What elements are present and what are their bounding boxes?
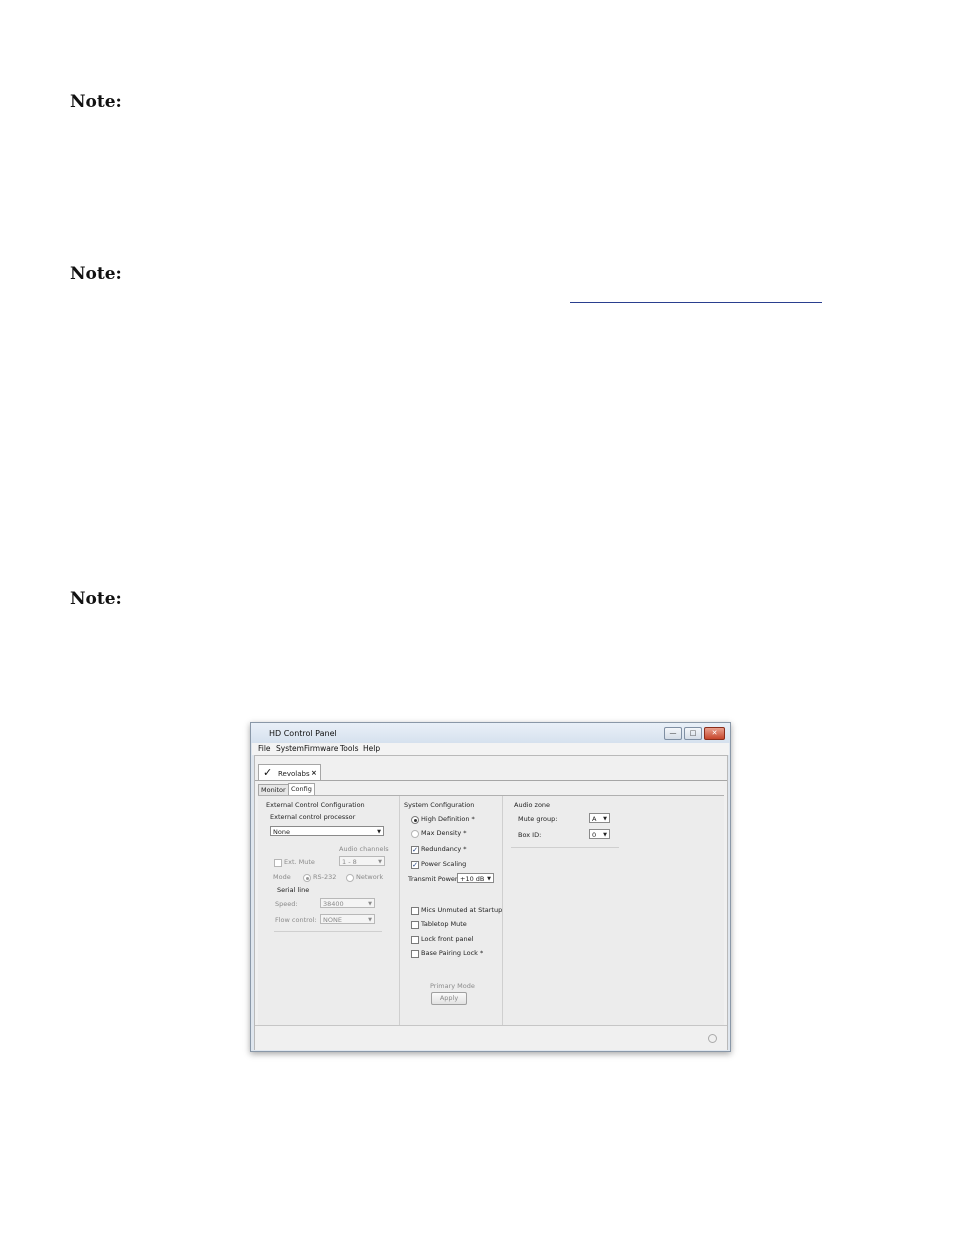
max-density-radio[interactable] — [411, 830, 419, 838]
redundancy-checkbox[interactable]: ✓ — [411, 846, 419, 854]
menu-tools[interactable]: Tools — [340, 744, 358, 753]
audio-zone-divider — [511, 847, 619, 848]
minimize-button[interactable]: — — [664, 727, 682, 740]
status-indicator-icon — [708, 1034, 717, 1043]
mode-network-radio[interactable] — [346, 874, 354, 882]
note-label-2: Note: — [70, 264, 122, 284]
main-panel: ✓ Revolabs × Monitor Config External Con… — [254, 755, 728, 1050]
menu-bar: File System Firmware Tools Help — [252, 743, 729, 755]
base-pairing-lock-checkbox[interactable] — [411, 950, 419, 958]
status-bar — [255, 1025, 727, 1050]
tab-divider — [255, 780, 727, 781]
transmit-power-value: +10 dB — [460, 875, 485, 883]
flow-control-label: Flow control: — [275, 916, 317, 924]
menu-file[interactable]: File — [258, 744, 271, 753]
config-content: External Control Configuration External … — [258, 795, 724, 1025]
processor-select[interactable]: None ▼ — [270, 826, 384, 836]
chevron-down-icon: ▼ — [487, 876, 491, 882]
audio-zone-heading: Audio zone — [514, 801, 551, 809]
serial-divider — [274, 931, 382, 932]
processor-label: External control processor — [270, 813, 356, 821]
close-button[interactable]: ✕ — [704, 727, 725, 740]
box-id-value: 0 — [592, 831, 597, 839]
maximize-button[interactable]: □ — [684, 727, 702, 740]
mode-network-label: Network — [356, 873, 384, 881]
mute-group-select[interactable]: A ▼ — [589, 813, 610, 823]
serial-line-label: Serial line — [277, 886, 310, 894]
lock-front-panel-checkbox[interactable] — [411, 936, 419, 944]
processor-value: None — [273, 828, 290, 836]
mute-group-label: Mute group: — [518, 815, 558, 823]
chevron-down-icon: ▼ — [377, 829, 381, 835]
tabletop-mute-label: Tabletop Mute — [421, 920, 467, 928]
apply-button[interactable]: Apply — [431, 992, 467, 1005]
tab-monitor[interactable]: Monitor — [258, 784, 289, 795]
mute-group-value: A — [592, 815, 597, 823]
menu-system[interactable]: System — [276, 744, 304, 753]
flow-control-value: NONE — [323, 916, 342, 924]
flow-control-select[interactable]: NONE ▼ — [320, 914, 375, 924]
tabletop-mute-checkbox[interactable] — [411, 921, 419, 929]
lock-front-panel-label: Lock front panel — [421, 935, 474, 943]
primary-mode-label: Primary Mode — [430, 982, 475, 990]
window-title: HD Control Panel — [269, 729, 337, 738]
external-heading: External Control Configuration — [266, 801, 365, 809]
box-id-label: Box ID: — [518, 831, 542, 839]
power-scaling-label: Power Scaling — [421, 860, 467, 868]
mics-unmuted-checkbox[interactable] — [411, 907, 419, 915]
transmit-power-select[interactable]: +10 dB ▼ — [457, 873, 494, 883]
menu-help[interactable]: Help — [363, 744, 380, 753]
system-heading: System Configuration — [404, 801, 475, 809]
high-definition-radio[interactable] — [411, 816, 419, 824]
title-bar[interactable]: HD Control Panel — □ ✕ — [251, 723, 730, 743]
speed-value: 38400 — [323, 900, 344, 908]
chevron-down-icon: ▼ — [603, 816, 607, 822]
hd-control-panel-window: HD Control Panel — □ ✕ File System Firmw… — [250, 722, 731, 1052]
speed-select[interactable]: 38400 ▼ — [320, 898, 375, 908]
base-pairing-lock-label: Base Pairing Lock * — [421, 949, 484, 957]
checkmark-icon: ✓ — [263, 766, 273, 779]
tab-config[interactable]: Config — [288, 783, 315, 795]
device-tab-revolabs[interactable]: ✓ Revolabs × — [258, 764, 321, 781]
audio-channels-select[interactable]: 1 - 8 ▼ — [339, 856, 385, 866]
chevron-down-icon: ▼ — [603, 832, 607, 838]
mode-rs232-label: RS-232 — [313, 873, 337, 881]
mics-unmuted-label: Mics Unmuted at Startup — [421, 906, 503, 914]
audio-channels-label: Audio channels — [339, 845, 389, 853]
power-scaling-checkbox[interactable]: ✓ — [411, 861, 419, 869]
mode-rs232-radio[interactable] — [303, 874, 311, 882]
device-tab-label: Revolabs — [278, 770, 310, 778]
audio-channels-value: 1 - 8 — [342, 858, 357, 866]
column-divider — [399, 796, 400, 1025]
ext-mute-label: Ext. Mute — [284, 858, 315, 866]
redundancy-label: Redundancy * — [421, 845, 467, 853]
ext-mute-checkbox[interactable] — [274, 859, 282, 867]
menu-firmware[interactable]: Firmware — [304, 744, 338, 753]
max-density-label: Max Density * — [421, 829, 467, 837]
transmit-power-label: Transmit Power — [408, 875, 458, 883]
note-label-3: Note: — [70, 589, 122, 609]
chevron-down-icon: ▼ — [368, 917, 372, 923]
box-id-select[interactable]: 0 ▼ — [589, 829, 610, 839]
mode-label: Mode — [273, 873, 291, 881]
chevron-down-icon: ▼ — [368, 901, 372, 907]
hyperlink-underline[interactable] — [570, 302, 822, 303]
speed-label: Speed: — [275, 900, 298, 908]
chevron-down-icon: ▼ — [378, 859, 382, 865]
close-tab-icon[interactable]: × — [311, 769, 317, 777]
note-label-1: Note: — [70, 92, 122, 112]
high-definition-label: High Definition * — [421, 815, 475, 823]
